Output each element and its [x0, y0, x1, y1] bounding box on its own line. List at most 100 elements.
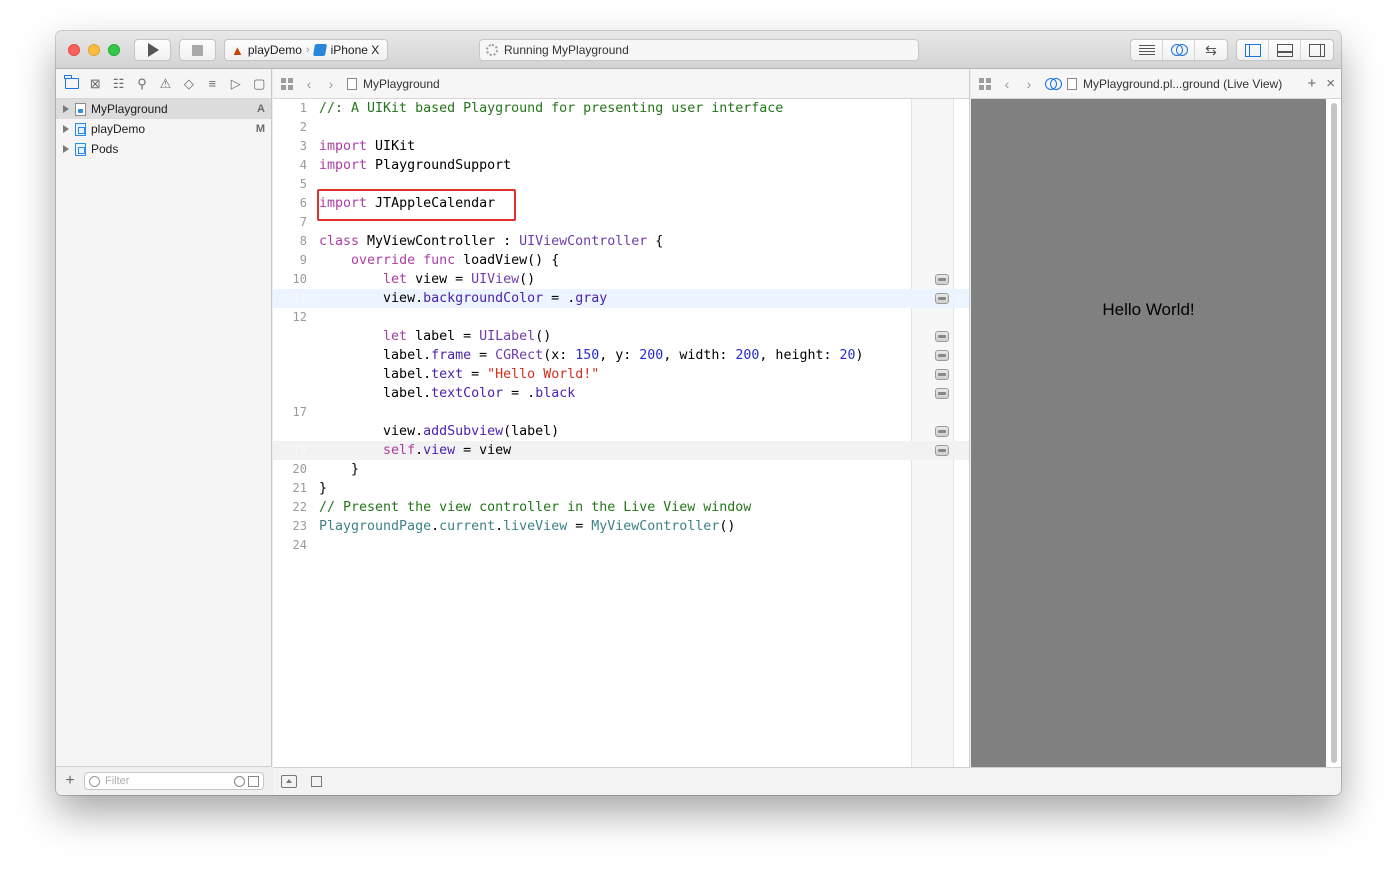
- code-token: //: A UIKit based Playground for present…: [307, 99, 783, 118]
- project-navigator-tab[interactable]: [60, 74, 83, 94]
- code-token: }: [307, 479, 327, 498]
- code-token: current: [439, 519, 496, 534]
- code-token: //: A UIKit based Playground for present…: [319, 101, 784, 116]
- symbol-navigator-tab[interactable]: ☷: [107, 74, 130, 94]
- code-token: gray: [575, 291, 608, 306]
- toggle-debug-area-button[interactable]: [1269, 40, 1301, 60]
- source-control-navigator-tab[interactable]: ⊠: [83, 74, 106, 94]
- quick-look-button[interactable]: [935, 369, 949, 380]
- code-token: // Present the view controller in the Li…: [307, 498, 751, 517]
- breakpoint-icon: ▷: [230, 75, 241, 91]
- tree-item-label: MyPlayground: [91, 102, 168, 116]
- disclosure-triangle-icon[interactable]: [63, 125, 69, 133]
- debug-navigator-tab[interactable]: ≡: [201, 74, 224, 94]
- assistant-jump-bar-title[interactable]: MyPlayground.pl...ground (Live View): [1083, 77, 1282, 91]
- grid-icon: [281, 77, 293, 90]
- editor-mode-control: ⇆: [1130, 39, 1228, 61]
- forward-button[interactable]: ›: [1023, 76, 1035, 92]
- add-assistant-button[interactable]: +: [1307, 75, 1316, 92]
- code-token: UIKit: [367, 139, 416, 154]
- test-navigator-tab[interactable]: ◇: [177, 74, 200, 94]
- minimize-window-button[interactable]: [88, 44, 100, 56]
- code-token: view.: [383, 424, 424, 439]
- quick-look-button[interactable]: [935, 293, 949, 304]
- quick-look-button[interactable]: [935, 350, 949, 361]
- code-token: label.: [383, 367, 432, 382]
- code-token: // Present the view controller in the Li…: [319, 500, 752, 515]
- find-navigator-tab[interactable]: ⚲: [130, 74, 153, 94]
- code-token: class MyViewController : UIViewControlle…: [307, 232, 663, 251]
- code-token: import: [319, 139, 368, 154]
- line-number: 22: [292, 500, 307, 514]
- close-assistant-button[interactable]: ×: [1326, 75, 1335, 92]
- breakpoint-navigator-tab[interactable]: ▷: [224, 74, 247, 94]
- forward-button[interactable]: ›: [325, 76, 337, 92]
- tree-item-myplayground[interactable]: MyPlayground A: [56, 99, 271, 119]
- code-token: label.frame = CGRect(x: 150, y: 200, wid…: [307, 346, 863, 365]
- project-navigator: ⊠ ☷ ⚲ ⚠ ◇ ≡ ▷ ▢ MyPlayground A playDemo …: [56, 69, 272, 795]
- tree-item-label: playDemo: [91, 122, 146, 136]
- stop-icon: [192, 44, 203, 56]
- toggle-inspector-button[interactable]: [1301, 40, 1333, 60]
- code-token: func: [423, 253, 456, 268]
- toggle-navigator-button[interactable]: [1237, 40, 1269, 60]
- code-token: self: [383, 443, 416, 458]
- code-token: (): [535, 329, 552, 344]
- show-debug-area-button[interactable]: [281, 775, 297, 788]
- search-icon: ⚲: [137, 75, 147, 91]
- code-token: (label): [503, 424, 560, 439]
- project-file-icon: [75, 142, 86, 156]
- stop-playground-button[interactable]: [311, 776, 322, 787]
- run-button[interactable]: [134, 39, 171, 61]
- quick-look-button[interactable]: [935, 445, 949, 456]
- assistant-editor-button[interactable]: [1163, 40, 1195, 60]
- filter-icon: [89, 775, 100, 787]
- close-window-button[interactable]: [68, 44, 80, 56]
- disclosure-triangle-icon[interactable]: [63, 105, 69, 113]
- tree-item-playdemo[interactable]: playDemo M: [56, 119, 271, 139]
- gauge-icon: ≡: [208, 76, 217, 91]
- code-token: let: [383, 272, 408, 287]
- quick-look-button[interactable]: [935, 426, 949, 437]
- vertical-scrollbar[interactable]: [1331, 103, 1337, 763]
- jump-bar-file-name[interactable]: MyPlayground: [363, 77, 440, 91]
- source-control-filter-icon[interactable]: [248, 775, 259, 787]
- standard-editor-button[interactable]: [1131, 40, 1163, 60]
- source-code[interactable]: 1 //: A UIKit based Playground for presen…: [273, 99, 969, 555]
- code-line: 9 override func loadView() {: [273, 251, 969, 270]
- source-control-icon: ⊠: [89, 75, 101, 91]
- zoom-window-button[interactable]: [108, 44, 120, 56]
- stop-button[interactable]: [179, 39, 216, 61]
- related-items-button[interactable]: [979, 77, 991, 90]
- quick-look-button[interactable]: [935, 274, 949, 285]
- line-number: 21: [292, 481, 307, 495]
- code-token: UILabel: [479, 329, 536, 344]
- add-file-button[interactable]: +: [56, 772, 84, 790]
- code-token: loadView() {: [455, 253, 560, 268]
- report-navigator-tab[interactable]: ▢: [248, 74, 271, 94]
- tree-item-pods[interactable]: Pods: [56, 139, 271, 159]
- code-token: = view: [455, 443, 512, 458]
- back-button[interactable]: ‹: [1001, 76, 1013, 92]
- code-token: view =: [407, 272, 472, 287]
- assistant-mode-button[interactable]: [1045, 77, 1062, 90]
- code-token: , height:: [759, 348, 840, 363]
- back-button[interactable]: ‹: [303, 76, 315, 92]
- related-items-button[interactable]: [281, 77, 293, 90]
- recent-files-icon[interactable]: [234, 775, 245, 787]
- play-icon: [148, 43, 159, 57]
- scheme-selector[interactable]: ▲ playDemo › iPhone X: [224, 39, 388, 61]
- version-editor-button[interactable]: ⇆: [1195, 40, 1227, 60]
- line-number: 13: [292, 329, 307, 343]
- live-view[interactable]: Hello World!: [971, 99, 1326, 767]
- filter-field[interactable]: Filter: [84, 772, 264, 790]
- quick-look-button[interactable]: [935, 388, 949, 399]
- issue-navigator-tab[interactable]: ⚠: [154, 74, 177, 94]
- quick-look-button[interactable]: [935, 331, 949, 342]
- disclosure-triangle-icon[interactable]: [63, 145, 69, 153]
